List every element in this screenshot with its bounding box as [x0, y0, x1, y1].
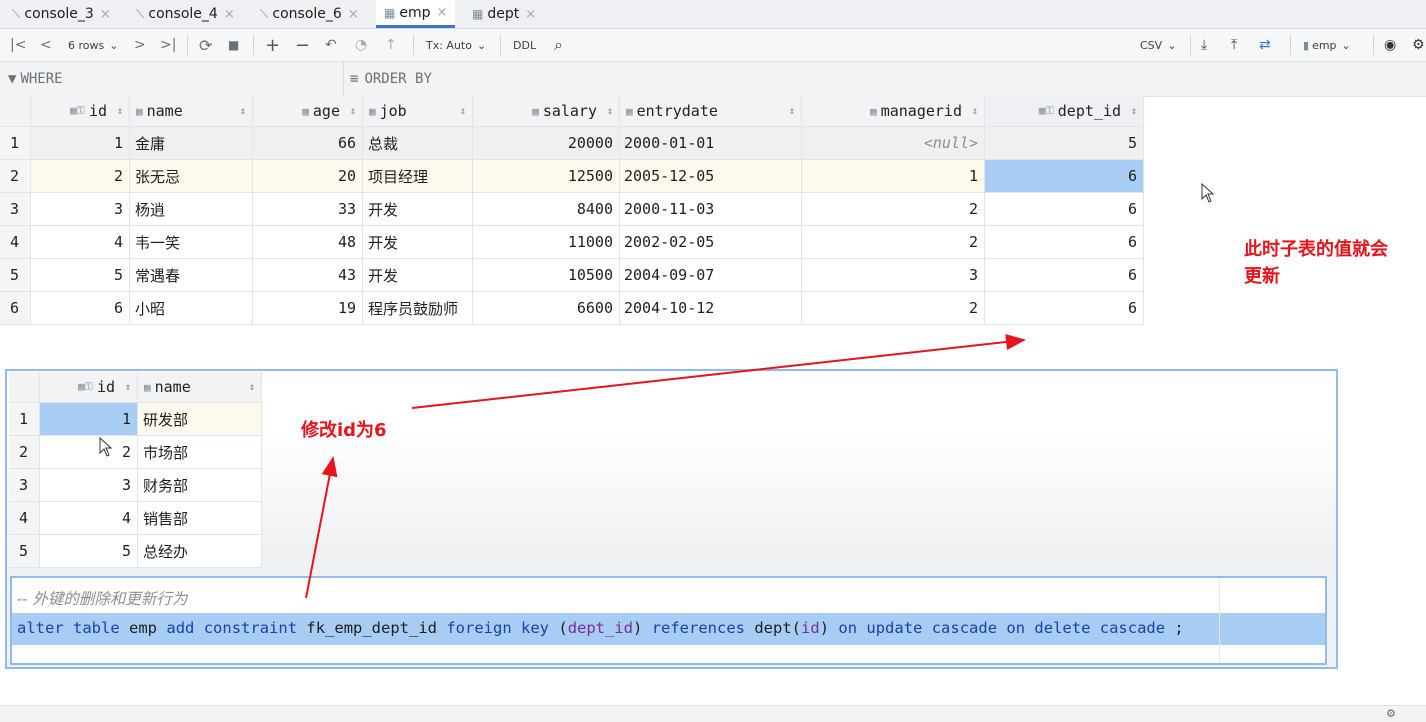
gear-icon[interactable]: ⚙: [1386, 707, 1396, 720]
arrow-to-note: [305, 456, 338, 599]
mouse-cursor-icon: [1201, 182, 1215, 203]
mouse-cursor-icon: [99, 436, 113, 457]
annotation-arrows: [99, 182, 1215, 599]
arrow-to-child-table: [411, 334, 1026, 409]
status-bar: ⚙: [0, 705, 1426, 722]
